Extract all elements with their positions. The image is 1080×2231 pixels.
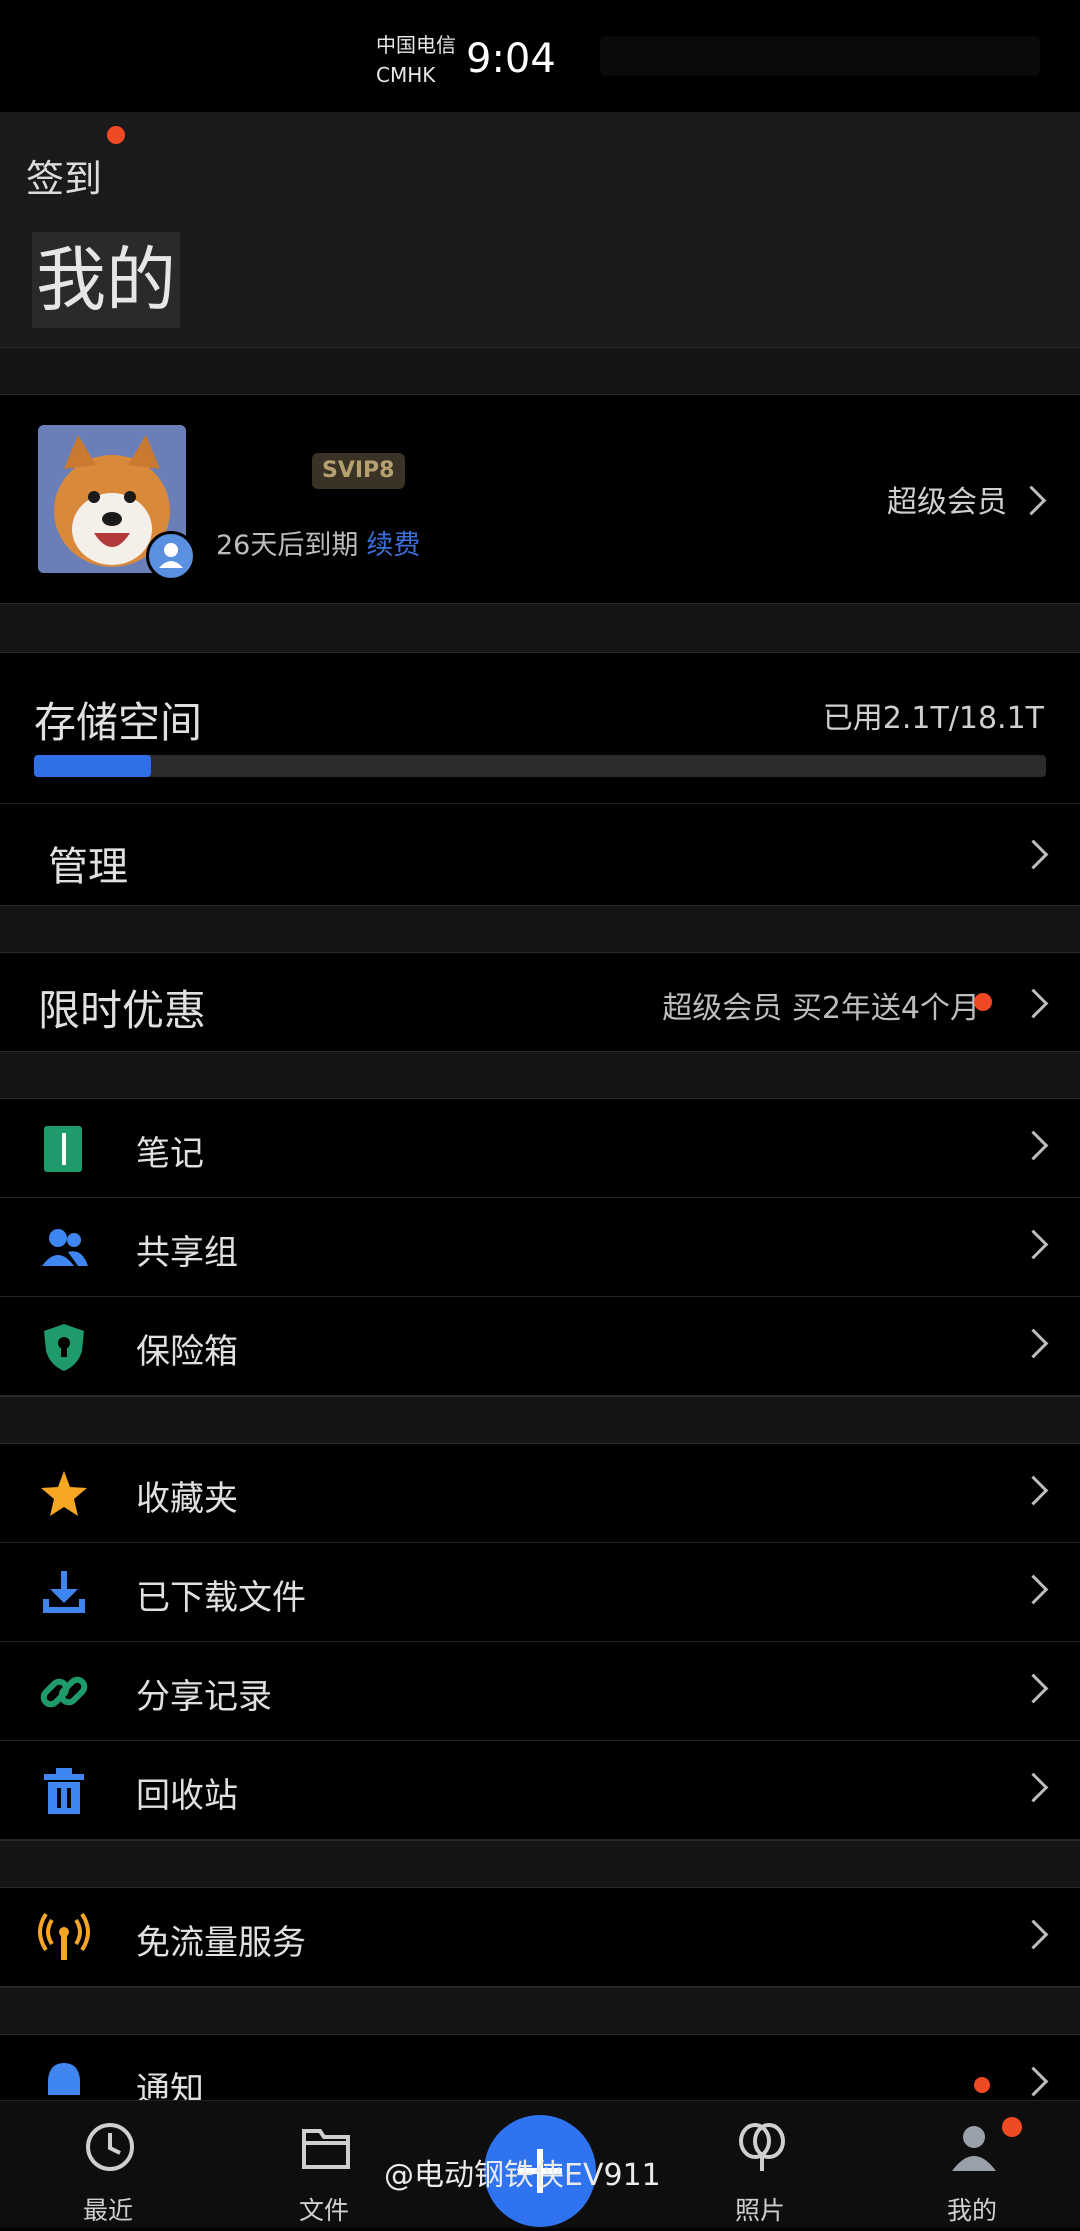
section-divider — [0, 603, 1080, 653]
chevron-right-icon — [1018, 1130, 1049, 1161]
chevron-right-icon — [1018, 2066, 1049, 2097]
watermark: @电动钢铁侠EV911 — [384, 2158, 661, 2193]
list-item-notes[interactable]: 笔记 — [0, 1099, 1080, 1198]
tab-files[interactable]: 文件 — [254, 2101, 394, 2228]
tab-me[interactable]: 我的 — [902, 2101, 1042, 2228]
status-bar: 中国电信 CMHK 9:04 — [0, 0, 1080, 112]
checkin-button[interactable]: 签到 — [26, 148, 102, 203]
person-icon — [952, 2126, 996, 2171]
chevron-right-icon — [1018, 1229, 1049, 1260]
super-member-link[interactable]: 超级会员 — [887, 477, 1047, 521]
list-item-label: 免流量服务 — [136, 1923, 306, 1963]
renew-link[interactable]: 续费 — [366, 530, 420, 561]
tab-recent[interactable]: 最近 — [38, 2101, 178, 2228]
chevron-right-icon — [1018, 988, 1049, 1019]
note-icon — [44, 1126, 82, 1172]
section-divider — [0, 905, 1080, 953]
checkin-notification-dot — [107, 126, 125, 144]
page-title: 我的 — [32, 232, 180, 328]
chevron-right-icon — [1018, 1475, 1049, 1506]
clock-icon — [86, 2123, 134, 2171]
list-item-downloads[interactable]: 已下载文件 — [0, 1543, 1080, 1642]
list-item-recycle-bin[interactable]: 回收站 — [0, 1741, 1080, 1840]
tab-label: 照片 — [734, 2196, 785, 2225]
limited-offer-text: 超级会员 买2年送4个月 — [662, 991, 980, 1026]
trash-icon — [44, 1768, 84, 1814]
membership-expiry: 26天后到期 续费 — [216, 523, 420, 562]
list-item-favorites[interactable]: 收藏夹 — [0, 1444, 1080, 1543]
folder-icon — [302, 2129, 350, 2169]
chevron-right-icon — [1018, 1772, 1049, 1803]
storage-progress-fill — [34, 755, 152, 777]
download-icon — [43, 1571, 85, 1613]
chevron-right-icon — [1018, 839, 1049, 870]
manage-storage-row[interactable]: 管理 — [0, 803, 1080, 906]
promo-notification-dot — [974, 993, 992, 1011]
link-icon — [40, 1676, 88, 1708]
section-divider — [0, 347, 1080, 395]
chevron-right-icon — [1018, 1328, 1049, 1359]
list-item-label: 共享组 — [136, 1233, 238, 1273]
list-item-share-history[interactable]: 分享记录 — [0, 1642, 1080, 1741]
safe-shield-icon — [44, 1324, 84, 1371]
super-member-label: 超级会员 — [887, 485, 1007, 520]
balloon-icon — [739, 2123, 785, 2171]
chevron-right-icon — [1018, 1673, 1049, 1704]
limited-offer-row[interactable]: 限时优惠 超级会员 买2年送4个月 — [0, 953, 1080, 1051]
me-notification-dot — [1002, 2117, 1022, 2137]
storage-title: 存储空间 — [34, 698, 203, 747]
status-icons-redacted — [600, 36, 1040, 76]
list-item-data-free-service[interactable]: 免流量服务 — [0, 1888, 1080, 1987]
carrier-label: 中国电信 CMHK — [376, 30, 456, 90]
limited-offer-title: 限时优惠 — [38, 986, 207, 1035]
list-item-label: 分享记录 — [136, 1677, 272, 1717]
notification-dot — [974, 2077, 990, 2093]
tab-label: 我的 — [946, 2196, 997, 2225]
section-divider — [0, 1396, 1080, 1444]
tab-label: 文件 — [298, 2196, 349, 2225]
antenna-icon — [38, 1912, 90, 1960]
username-redacted — [214, 457, 314, 491]
storage-section[interactable]: 存储空间 已用2.1T/18.1T — [0, 653, 1080, 803]
list-item-label: 收藏夹 — [136, 1479, 238, 1519]
list-item-label: 已下载文件 — [136, 1578, 306, 1618]
list-item-safe[interactable]: 保险箱 — [0, 1297, 1080, 1396]
carrier-name: 中国电信 — [376, 33, 456, 57]
chevron-right-icon — [1016, 485, 1047, 516]
avatar-badge-icon — [146, 531, 196, 581]
section-divider — [0, 1987, 1080, 2035]
list-item-share-group[interactable]: 共享组 — [0, 1198, 1080, 1297]
storage-progress-bar — [34, 755, 1046, 777]
status-time: 9:04 — [466, 36, 556, 82]
profile-card[interactable]: SVIP8 26天后到期 续费 超级会员 — [0, 395, 1080, 603]
carrier-secondary: CMHK — [376, 63, 436, 87]
expiry-text: 26天后到期 — [216, 530, 359, 561]
list-item-label: 笔记 — [136, 1134, 204, 1174]
chevron-right-icon — [1018, 1919, 1049, 1950]
chevron-right-icon — [1018, 1574, 1049, 1605]
tab-label: 最近 — [82, 2196, 133, 2225]
group-icon — [42, 1229, 88, 1266]
star-icon — [41, 1471, 87, 1516]
list-item-label: 回收站 — [136, 1776, 238, 1816]
page-header: 签到 我的 — [0, 112, 1080, 347]
tab-photos[interactable]: 照片 — [690, 2101, 830, 2228]
manage-label: 管理 — [48, 844, 128, 890]
section-divider — [0, 1051, 1080, 1099]
storage-usage: 已用2.1T/18.1T — [822, 701, 1044, 736]
svip-badge: SVIP8 — [312, 453, 405, 489]
section-divider — [0, 1840, 1080, 1888]
list-item-label: 保险箱 — [136, 1332, 238, 1372]
